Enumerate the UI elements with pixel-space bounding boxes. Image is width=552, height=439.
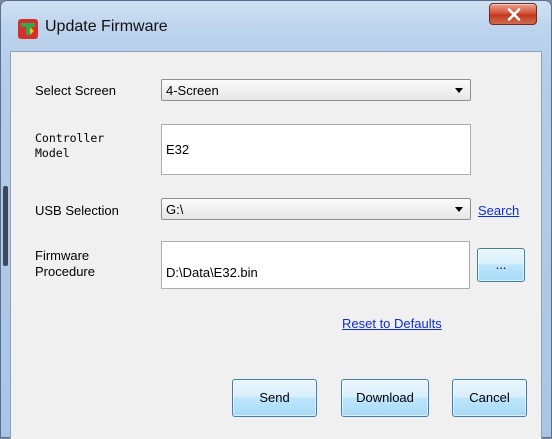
firmware-procedure-label-line1: Firmware bbox=[35, 248, 90, 263]
title-bar[interactable]: Update Firmware bbox=[1, 1, 551, 51]
close-icon bbox=[507, 8, 521, 21]
controller-model-label-line1: Controller bbox=[35, 131, 105, 145]
usb-selection-label: USB Selection bbox=[35, 203, 119, 218]
firmware-path-field[interactable]: D:\Data\E32.bin bbox=[161, 241, 470, 289]
reset-to-defaults-link[interactable]: Reset to Defaults bbox=[342, 316, 442, 331]
select-screen-dropdown[interactable]: 4-Screen bbox=[161, 79, 471, 101]
controller-model-label-line2: Model bbox=[35, 146, 70, 160]
select-screen-value: 4-Screen bbox=[166, 83, 219, 98]
window-left-border bbox=[1, 51, 10, 439]
controller-model-field[interactable]: E32 bbox=[161, 124, 471, 175]
search-link[interactable]: Search bbox=[478, 203, 519, 218]
controller-model-value: E32 bbox=[166, 142, 190, 157]
update-firmware-window: Update Firmware Select Screen 4-Screen C… bbox=[0, 0, 552, 439]
chevron-down-icon bbox=[455, 207, 463, 212]
border-notch bbox=[3, 186, 8, 266]
send-button[interactable]: Send bbox=[232, 379, 317, 417]
window-title: Update Firmware bbox=[45, 18, 168, 35]
firmware-app-icon bbox=[18, 19, 38, 39]
controller-model-label: Controller Model bbox=[35, 131, 104, 161]
browse-button[interactable]: ... bbox=[477, 248, 525, 282]
cancel-button[interactable]: Cancel bbox=[452, 379, 527, 417]
firmware-path-value: D:\Data\E32.bin bbox=[166, 265, 258, 280]
dialog-client-area: Select Screen 4-Screen Controller Model … bbox=[10, 51, 542, 439]
usb-selection-dropdown[interactable]: G:\ bbox=[161, 198, 471, 220]
firmware-procedure-label: Firmware Procedure bbox=[35, 248, 95, 280]
download-button[interactable]: Download bbox=[341, 379, 429, 417]
chevron-down-icon bbox=[455, 88, 463, 93]
usb-selection-value: G:\ bbox=[166, 202, 184, 217]
close-button[interactable] bbox=[489, 3, 537, 25]
firmware-procedure-label-line2: Procedure bbox=[35, 264, 95, 279]
select-screen-label: Select Screen bbox=[35, 83, 116, 98]
